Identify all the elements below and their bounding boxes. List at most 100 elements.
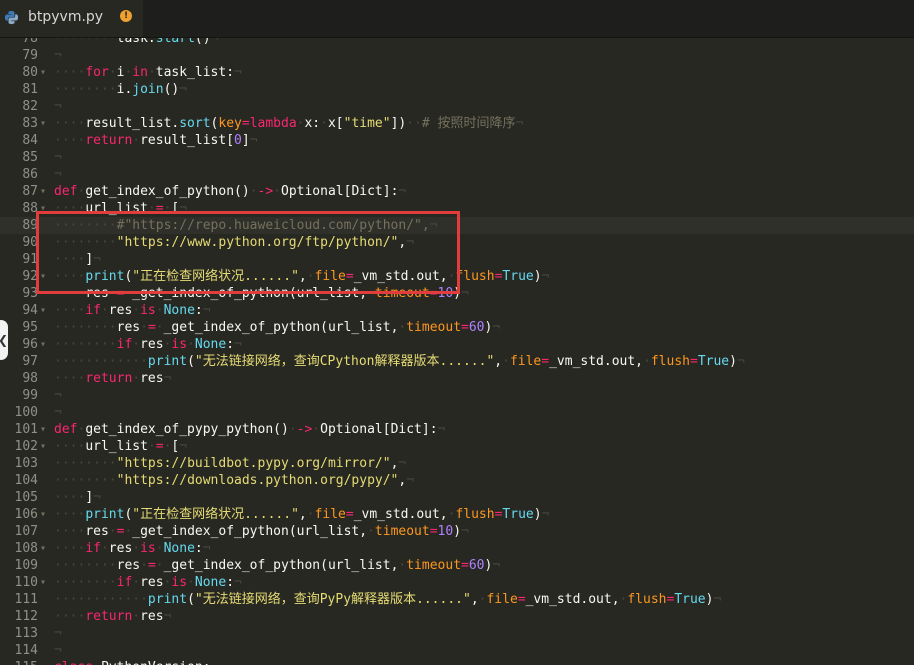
line-number: 82 — [22, 99, 38, 114]
line-code: ········"https://buildbot.pypy.org/mirro… — [54, 456, 407, 471]
line-number: 105 — [14, 490, 38, 505]
line-number: 84 — [22, 133, 38, 148]
tab-title: btpyvm.py — [28, 9, 104, 25]
code-line-85[interactable]: 85 ¬ — [0, 149, 914, 166]
unsaved-warning-icon[interactable]: ! — [120, 10, 132, 22]
line-code: ¬ — [54, 150, 62, 165]
line-number: 94 — [22, 303, 38, 318]
line-code: ····print("正在检查网络状况......",·file=_vm_std… — [54, 507, 550, 522]
line-number: 101 — [14, 422, 38, 437]
line-code: ········if·res·is·None:¬ — [54, 337, 242, 352]
line-code: ····]¬ — [54, 252, 101, 267]
line-number: 110 — [14, 575, 38, 590]
line-code: ········"https://www.python.org/ftp/pyth… — [54, 235, 415, 250]
code-line-94[interactable]: 94 ▾ ····if·res·is·None:¬ — [0, 302, 914, 319]
line-number: 93 — [22, 286, 38, 301]
line-code: ····return·result_list[0]¬ — [54, 133, 258, 148]
code-line-82[interactable]: 82 ¬ — [0, 98, 914, 115]
code-line-87[interactable]: 87 ▾ def·get_index_of_python()·->·Optional… — [0, 183, 914, 200]
line-number: 80 — [22, 65, 38, 80]
line-number: 87 — [22, 184, 38, 199]
code-line-110[interactable]: 110 ▾ ········if·res·is·None:¬ — [0, 574, 914, 591]
code-line-105[interactable]: 105 ····]¬ — [0, 489, 914, 506]
code-line-108[interactable]: 108 ▾ ····if·res·is·None:¬ — [0, 540, 914, 557]
line-number: 108 — [14, 541, 38, 556]
code-line-80[interactable]: 80 ▾ ····for·i·in·task_list:¬ — [0, 64, 914, 81]
code-line-104[interactable]: 104 ········"https://downloads.python.org… — [0, 472, 914, 489]
code-line-92[interactable]: 92 ▾ ····print("正在检查网络状况......",·file=_vm_… — [0, 268, 914, 285]
code-line-90[interactable]: 90 ········"https://www.python.org/ftp/py… — [0, 234, 914, 251]
code-line-96[interactable]: 96 ▾ ········if·res·is·None:¬ — [0, 336, 914, 353]
line-number: 104 — [14, 473, 38, 488]
line-number: 111 — [14, 592, 38, 607]
fold-toggle-icon[interactable]: ▾ — [40, 506, 50, 523]
code-line-111[interactable]: 111 ············print("无法链接网络，查询PyPy解释器版本… — [0, 591, 914, 608]
line-number: 109 — [14, 558, 38, 573]
line-number: 81 — [22, 82, 38, 97]
code-line-101[interactable]: 101 ▾ def·get_index_of_pypy_python()·->·Op… — [0, 421, 914, 438]
code-line-89[interactable]: 89 ········#"https://repo.huaweicloud.com… — [0, 217, 914, 234]
line-number: 112 — [14, 609, 38, 624]
code-line-91[interactable]: 91 ····]¬ — [0, 251, 914, 268]
code-line-78[interactable]: 78 ········task.start()¬ — [0, 38, 914, 47]
code-line-79[interactable]: 79 ¬ — [0, 47, 914, 64]
code-line-99[interactable]: 99 ¬ — [0, 387, 914, 404]
line-code: ········res·=·_get_index_of_python(url_l… — [54, 558, 501, 573]
code-line-98[interactable]: 98 ····return·res¬ — [0, 370, 914, 387]
code-line-88[interactable]: 88 ▾ ····url_list·=·[¬ — [0, 200, 914, 217]
fold-toggle-icon[interactable]: ▾ — [40, 183, 50, 200]
code-line-103[interactable]: 103 ········"https://buildbot.pypy.org/mi… — [0, 455, 914, 472]
line-number: 99 — [22, 388, 38, 403]
code-line-112[interactable]: 112 ····return·res¬ — [0, 608, 914, 625]
line-code: ····result_list.sort(key=lambda·x:·x["ti… — [54, 116, 524, 131]
code-line-86[interactable]: 86 ¬ — [0, 166, 914, 183]
code-editor[interactable]: 78 ········task.start()¬ 79 ¬ 80 ▾ ····for·i·i… — [0, 38, 914, 665]
fold-toggle-icon[interactable]: ▾ — [40, 64, 50, 81]
fold-toggle-icon[interactable]: ▾ — [40, 115, 50, 132]
code-line-100[interactable]: 100 ¬ — [0, 404, 914, 421]
code-line-114[interactable]: 114 ¬ — [0, 642, 914, 659]
code-line-113[interactable]: 113 ¬ — [0, 625, 914, 642]
tab-btpyvm[interactable]: btpyvm.py ! — [0, 0, 143, 37]
line-code: ¬ — [54, 48, 62, 63]
code-line-107[interactable]: 107 ····res·=·_get_index_of_python(url_li… — [0, 523, 914, 540]
code-line-102[interactable]: 102 ▾ ····url_list·=·[¬ — [0, 438, 914, 455]
line-number: 106 — [14, 507, 38, 522]
line-number: 91 — [22, 252, 38, 267]
fold-toggle-icon[interactable]: ▾ — [40, 200, 50, 217]
fold-toggle-icon[interactable]: ▾ — [40, 438, 50, 455]
line-code: ····return·res¬ — [54, 371, 172, 386]
line-number: 90 — [22, 235, 38, 250]
line-code: ········task.start()¬ — [54, 38, 219, 46]
code-line-97[interactable]: 97 ············print("无法链接网络，查询CPython解释器… — [0, 353, 914, 370]
line-code: ····print("正在检查网络状况......",·file=_vm_std… — [54, 269, 550, 284]
fold-toggle-icon[interactable]: ▾ — [40, 421, 50, 438]
line-number: 86 — [22, 167, 38, 182]
fold-toggle-icon[interactable]: ▾ — [40, 302, 50, 319]
code-line-109[interactable]: 109 ········res·=·_get_index_of_python(ur… — [0, 557, 914, 574]
fold-toggle-icon[interactable]: ▾ — [40, 574, 50, 591]
chevron-left-icon: ❮ — [0, 333, 8, 347]
code-line-115[interactable]: 115 class·PythonVersion:¬ — [0, 659, 914, 665]
line-code: ····for·i·in·task_list:¬ — [54, 65, 242, 80]
line-code: ········i.join()¬ — [54, 82, 188, 97]
code-line-83[interactable]: 83 ▾ ····result_list.sort(key=lambda·x:·x[… — [0, 115, 914, 132]
code-line-95[interactable]: 95 ········res·=·_get_index_of_python(url… — [0, 319, 914, 336]
tab-bar: btpyvm.py ! — [0, 0, 914, 38]
line-code: ····url_list·=·[¬ — [54, 201, 188, 216]
code-line-84[interactable]: 84 ····return·result_list[0]¬ — [0, 132, 914, 149]
fold-toggle-icon[interactable]: ▾ — [40, 540, 50, 557]
line-number: 103 — [14, 456, 38, 471]
line-code: ¬ — [54, 388, 62, 403]
line-code: def·get_index_of_pypy_python()·->·Option… — [54, 422, 446, 437]
line-number: 92 — [22, 269, 38, 284]
code-line-93[interactable]: 93 ····res·=·_get_index_of_python(url_lis… — [0, 285, 914, 302]
line-code: def·get_index_of_python()·->·Optional[Di… — [54, 184, 407, 199]
fold-toggle-icon[interactable]: ▾ — [40, 268, 50, 285]
code-line-106[interactable]: 106 ▾ ····print("正在检查网络状况......",·file=_vm… — [0, 506, 914, 523]
code-lines[interactable]: 78 ········task.start()¬ 79 ¬ 80 ▾ ····for·i·i… — [0, 38, 914, 665]
line-number: 78 — [22, 38, 38, 46]
collapse-sidebar-handle[interactable]: ❮ — [0, 320, 8, 360]
fold-toggle-icon[interactable]: ▾ — [40, 336, 50, 353]
code-line-81[interactable]: 81 ········i.join()¬ — [0, 81, 914, 98]
